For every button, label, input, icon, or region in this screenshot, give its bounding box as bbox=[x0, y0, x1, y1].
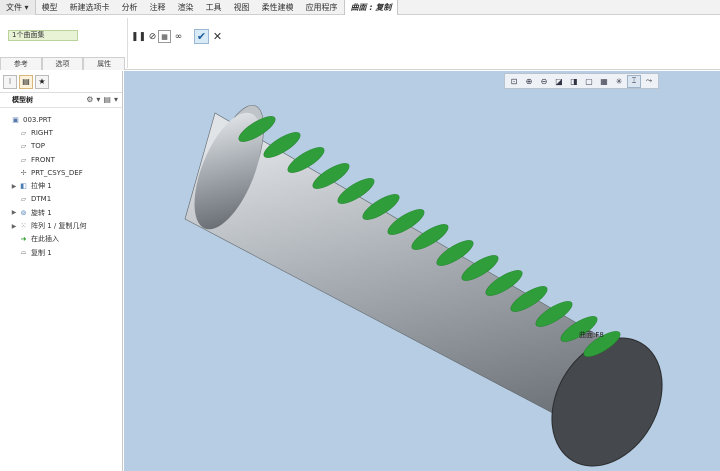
dashboard-ribbon: 1个曲面集 参考 选项 属性 ❚❚ ⊘ ▦ ∞ ✔ ✕ bbox=[0, 15, 720, 70]
tree-item-label: 003.PRT bbox=[23, 115, 52, 124]
model-tree-tab-icon[interactable]: ⁝ bbox=[3, 74, 17, 89]
annotation-display-icon[interactable]: ⌶ bbox=[627, 74, 641, 88]
model-tree-panel: ⁝ ▤ ★ 模型树 ⚙ ▾ ▤ ▾ ▣ 003.PRT ▱ RIGHT ▱ TO… bbox=[0, 71, 123, 471]
tab-flexible-modeling[interactable]: 柔性建模 bbox=[256, 0, 300, 15]
tab-render[interactable]: 渲染 bbox=[172, 0, 200, 15]
revolve-icon: ⊚ bbox=[20, 208, 27, 217]
tree-row-dtm1[interactable]: ▱ DTM1 bbox=[0, 193, 122, 206]
tab-model[interactable]: 模型 bbox=[36, 0, 64, 15]
datum-plane-icon: ▱ bbox=[20, 128, 27, 137]
tree-item-label: DTM1 bbox=[31, 195, 52, 204]
zoom-out-icon[interactable]: ⊖ bbox=[537, 75, 551, 88]
menu-bar: 文件 ▾ 模型 新建选项卡 分析 注释 渲染 工具 视图 柔性建模 应用程序 曲… bbox=[0, 0, 720, 15]
tree-row-insert-here[interactable]: ➜ 在此插入 bbox=[0, 233, 122, 246]
file-menu[interactable]: 文件 ▾ bbox=[0, 0, 36, 15]
tree-item-label: FRONT bbox=[31, 155, 55, 164]
datum-plane-icon: ▱ bbox=[20, 195, 27, 204]
model-tree: ▣ 003.PRT ▱ RIGHT ▱ TOP ▱ FRONT ✢ PRT_CS… bbox=[0, 108, 122, 259]
view-manager-icon[interactable]: ▦ bbox=[597, 75, 611, 88]
datum-display-icon[interactable]: ✳ bbox=[612, 75, 626, 88]
zoom-in-icon[interactable]: ⊕ bbox=[522, 75, 536, 88]
graphics-toolbar: ⊡ ⊕ ⊖ ◪ ◨ ▢ ▦ ✳ ⌶ ⤳ bbox=[504, 73, 659, 89]
cylinder-model bbox=[184, 104, 663, 467]
spin-center-icon[interactable]: ⤳ bbox=[642, 75, 656, 88]
saved-orientations-icon[interactable]: ▢ bbox=[582, 75, 596, 88]
expander[interactable]: ▶ bbox=[10, 209, 18, 216]
tree-columns-icon[interactable]: ▤ bbox=[103, 95, 111, 104]
preview-box-icon[interactable]: ▦ bbox=[158, 30, 171, 43]
ok-check-button[interactable]: ✔ bbox=[194, 29, 209, 44]
surface-set-collector[interactable]: 1个曲面集 bbox=[8, 30, 78, 41]
tab-surface-copy[interactable]: 曲面 : 复制 bbox=[343, 0, 399, 15]
pause-icon[interactable]: ❚❚ bbox=[131, 30, 146, 43]
surface-feature-label: 曲面:F8 bbox=[579, 331, 604, 339]
tab-tools[interactable]: 工具 bbox=[200, 0, 228, 15]
repaint-icon[interactable]: ◪ bbox=[552, 75, 566, 88]
display-style-icon[interactable]: ◨ bbox=[567, 75, 581, 88]
panel-tabs: ⁝ ▤ ★ bbox=[0, 71, 122, 93]
tree-item-label: RIGHT bbox=[31, 128, 53, 137]
tree-row-right[interactable]: ▱ RIGHT bbox=[0, 126, 122, 139]
insert-here-icon: ➜ bbox=[20, 235, 27, 244]
tree-item-label: 复制 1 bbox=[31, 248, 52, 257]
graphics-viewport[interactable]: 曲面:F8 ⊡ ⊕ ⊖ ◪ ◨ ▢ ▦ ✳ ⌶ ⤳ bbox=[124, 71, 720, 471]
tree-row-top[interactable]: ▱ TOP bbox=[0, 140, 122, 153]
model-tree-title: 模型树 bbox=[12, 96, 33, 104]
tree-row-extrude[interactable]: ▶ ◧ 拉伸 1 bbox=[0, 179, 122, 192]
tab-analysis[interactable]: 分析 bbox=[116, 0, 144, 15]
tab-new-tab[interactable]: 新建选项卡 bbox=[64, 0, 116, 15]
tree-row-pattern[interactable]: ▶ ⁙ 阵列 1 / 复制几何 bbox=[0, 219, 122, 232]
tree-item-label: 旋转 1 bbox=[31, 208, 52, 217]
tree-dropdown-icon[interactable]: ▾ bbox=[114, 95, 118, 104]
expander[interactable]: ▶ bbox=[10, 183, 18, 190]
tree-tools: ⚙ ▾ ▤ ▾ bbox=[86, 95, 118, 104]
expander[interactable]: ▶ bbox=[10, 223, 18, 230]
tree-row-part[interactable]: ▣ 003.PRT bbox=[0, 113, 122, 126]
folder-browser-tab-icon[interactable]: ▤ bbox=[19, 74, 33, 89]
refit-icon[interactable]: ⊡ bbox=[507, 75, 521, 88]
tab-options[interactable]: 选项 bbox=[41, 57, 84, 70]
tree-item-label: 拉伸 1 bbox=[31, 182, 52, 191]
tree-row-copy[interactable]: ⌓ 复制 1 bbox=[0, 246, 122, 259]
copy-surface-icon: ⌓ bbox=[20, 248, 27, 257]
tree-item-label: TOP bbox=[31, 142, 46, 151]
tab-applications[interactable]: 应用程序 bbox=[300, 0, 344, 15]
tree-item-label: 阵列 1 / 复制几何 bbox=[31, 222, 87, 231]
favorites-tab-icon[interactable]: ★ bbox=[35, 74, 49, 89]
dashboard-sub-tabs: 参考 选项 属性 bbox=[0, 57, 126, 70]
show-dropdown-icon[interactable]: ▾ bbox=[96, 95, 100, 104]
tab-references[interactable]: 参考 bbox=[0, 57, 42, 70]
tab-view[interactable]: 视图 bbox=[228, 0, 256, 15]
tree-item-label: PRT_CSYS_DEF bbox=[31, 168, 83, 177]
tab-annotate[interactable]: 注释 bbox=[144, 0, 172, 15]
datum-plane-icon: ▱ bbox=[20, 155, 27, 164]
csys-icon: ✢ bbox=[20, 168, 27, 177]
file-menu-label: 文件 bbox=[6, 2, 22, 12]
verify-glasses-icon[interactable]: ∞ bbox=[172, 30, 185, 43]
extrude-icon: ◧ bbox=[20, 182, 27, 191]
tree-row-front[interactable]: ▱ FRONT bbox=[0, 153, 122, 166]
tab-properties[interactable]: 属性 bbox=[83, 57, 126, 70]
datum-plane-icon: ▱ bbox=[20, 142, 27, 151]
tree-row-revolve[interactable]: ▶ ⊚ 旋转 1 bbox=[0, 206, 122, 219]
tree-item-label: 在此插入 bbox=[31, 235, 59, 244]
tree-settings-icon[interactable]: ⚙ bbox=[86, 95, 93, 104]
model-tree-header: 模型树 ⚙ ▾ ▤ ▾ bbox=[0, 93, 122, 108]
cancel-x-button[interactable]: ✕ bbox=[211, 30, 224, 43]
part-icon: ▣ bbox=[12, 115, 19, 124]
tree-row-csys[interactable]: ✢ PRT_CSYS_DEF bbox=[0, 166, 122, 179]
pattern-icon: ⁙ bbox=[20, 222, 27, 231]
ribbon-divider bbox=[127, 18, 128, 68]
